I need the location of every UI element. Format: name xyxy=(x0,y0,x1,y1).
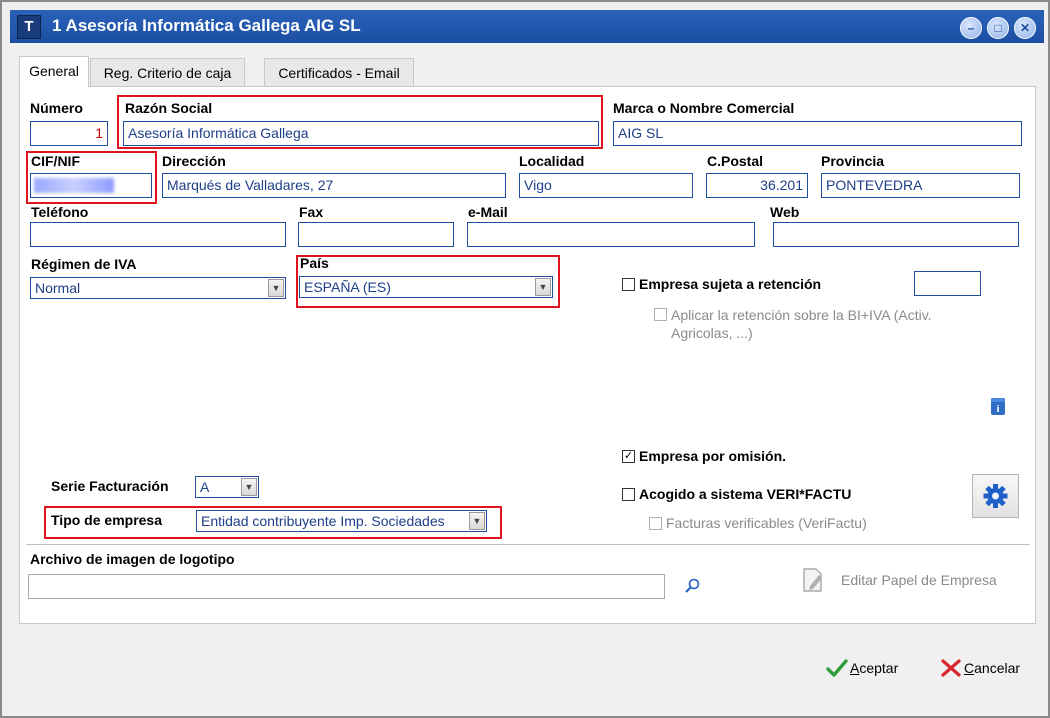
company-dialog: T 1 Asesoría Informática Gallega AIG SL … xyxy=(0,0,1050,718)
empresa-omision-label: Empresa por omisión. xyxy=(639,448,787,464)
tab-certificados-email[interactable]: Certificados - Email xyxy=(264,58,414,86)
facturas-verificables-checkbox[interactable] xyxy=(649,517,662,530)
localidad-field[interactable]: Vigo xyxy=(519,173,693,198)
aceptar-hotkey: A xyxy=(850,660,860,676)
numero-label: Número xyxy=(30,100,83,116)
empresa-omision-checkbox[interactable]: ✓ xyxy=(622,450,635,463)
logotipo-field[interactable] xyxy=(28,574,665,599)
direccion-field[interactable]: Marqués de Valladares, 27 xyxy=(162,173,506,198)
app-icon: T xyxy=(17,15,41,39)
cpostal-field[interactable]: 36.201 xyxy=(706,173,808,198)
cpostal-label: C.Postal xyxy=(707,153,764,169)
close-icon[interactable]: ✕ xyxy=(1014,17,1036,39)
fax-label: Fax xyxy=(299,204,324,220)
numero-field[interactable]: 1 xyxy=(30,121,108,146)
email-field[interactable] xyxy=(467,222,755,247)
razon-social-highlight xyxy=(117,95,603,149)
cancelar-button[interactable]: Cancelar xyxy=(940,656,1040,680)
tab-criterio-caja[interactable]: Reg. Criterio de caja xyxy=(90,58,245,86)
chevron-down-icon[interactable]: ▼ xyxy=(268,279,284,297)
aceptar-button[interactable]: Aceptar xyxy=(826,656,926,680)
regimen-iva-value: Normal xyxy=(35,280,81,296)
regimen-iva-select[interactable]: Normal ▼ xyxy=(30,277,286,299)
regimen-iva-label: Régimen de IVA xyxy=(31,256,137,272)
cif-highlight xyxy=(26,151,157,204)
email-label: e-Mail xyxy=(468,204,508,220)
aceptar-label: ceptar xyxy=(859,660,899,676)
marca-label: Marca o Nombre Comercial xyxy=(613,100,795,116)
settings-button[interactable] xyxy=(972,474,1019,518)
telefono-label: Teléfono xyxy=(31,204,89,220)
edit-document-icon[interactable] xyxy=(799,566,827,594)
provincia-label: Provincia xyxy=(821,153,885,169)
telefono-field[interactable] xyxy=(30,222,286,247)
fax-field[interactable] xyxy=(298,222,454,247)
localidad-label: Localidad xyxy=(519,153,585,169)
serie-value: A xyxy=(200,479,210,495)
marca-field[interactable]: AIG SL xyxy=(613,121,1022,146)
retencion-checkbox[interactable] xyxy=(622,278,635,291)
retencion-field[interactable] xyxy=(914,271,981,296)
maximize-icon[interactable]: □ xyxy=(987,17,1009,39)
chevron-down-icon[interactable]: ▼ xyxy=(241,478,257,496)
window-title: 1 Asesoría Informática Gallega AIG SL xyxy=(52,16,361,35)
cancelar-hotkey: C xyxy=(964,660,975,676)
svg-text:i: i xyxy=(996,405,999,415)
verifactu-checkbox[interactable] xyxy=(622,488,635,501)
info-icon[interactable]: i xyxy=(990,396,1006,416)
web-field[interactable] xyxy=(773,222,1019,247)
tipo-empresa-highlight xyxy=(44,506,502,539)
checkmark-icon xyxy=(826,659,848,677)
divider xyxy=(26,544,1030,545)
aplicar-retencion-checkbox[interactable] xyxy=(654,308,667,321)
web-label: Web xyxy=(770,204,800,220)
provincia-field[interactable]: PONTEVEDRA xyxy=(821,173,1020,198)
pais-highlight xyxy=(296,255,560,308)
aplicar-retencion-label: Aplicar la retención sobre la BI+IVA (Ac… xyxy=(671,307,932,341)
cancel-x-icon xyxy=(941,659,961,677)
serie-select[interactable]: A ▼ xyxy=(195,476,259,498)
minimize-icon[interactable]: – xyxy=(960,17,982,39)
facturas-verificables-label: Facturas verificables (VeriFactu) xyxy=(666,515,867,531)
title-bar[interactable]: T 1 Asesoría Informática Gallega AIG SL … xyxy=(10,10,1044,43)
direccion-label: Dirección xyxy=(162,153,226,169)
tab-general[interactable]: General xyxy=(19,56,89,87)
editar-papel-label[interactable]: Editar Papel de Empresa xyxy=(841,572,997,588)
serie-label: Serie Facturación xyxy=(51,478,169,494)
retencion-label: Empresa sujeta a retención xyxy=(639,276,822,292)
verifactu-label: Acogido a sistema VERI*FACTU xyxy=(639,486,852,502)
search-icon[interactable] xyxy=(684,577,702,595)
cancelar-label: ancelar xyxy=(974,660,1021,676)
gear-icon xyxy=(983,484,1008,508)
logotipo-label: Archivo de imagen de logotipo xyxy=(30,551,235,567)
